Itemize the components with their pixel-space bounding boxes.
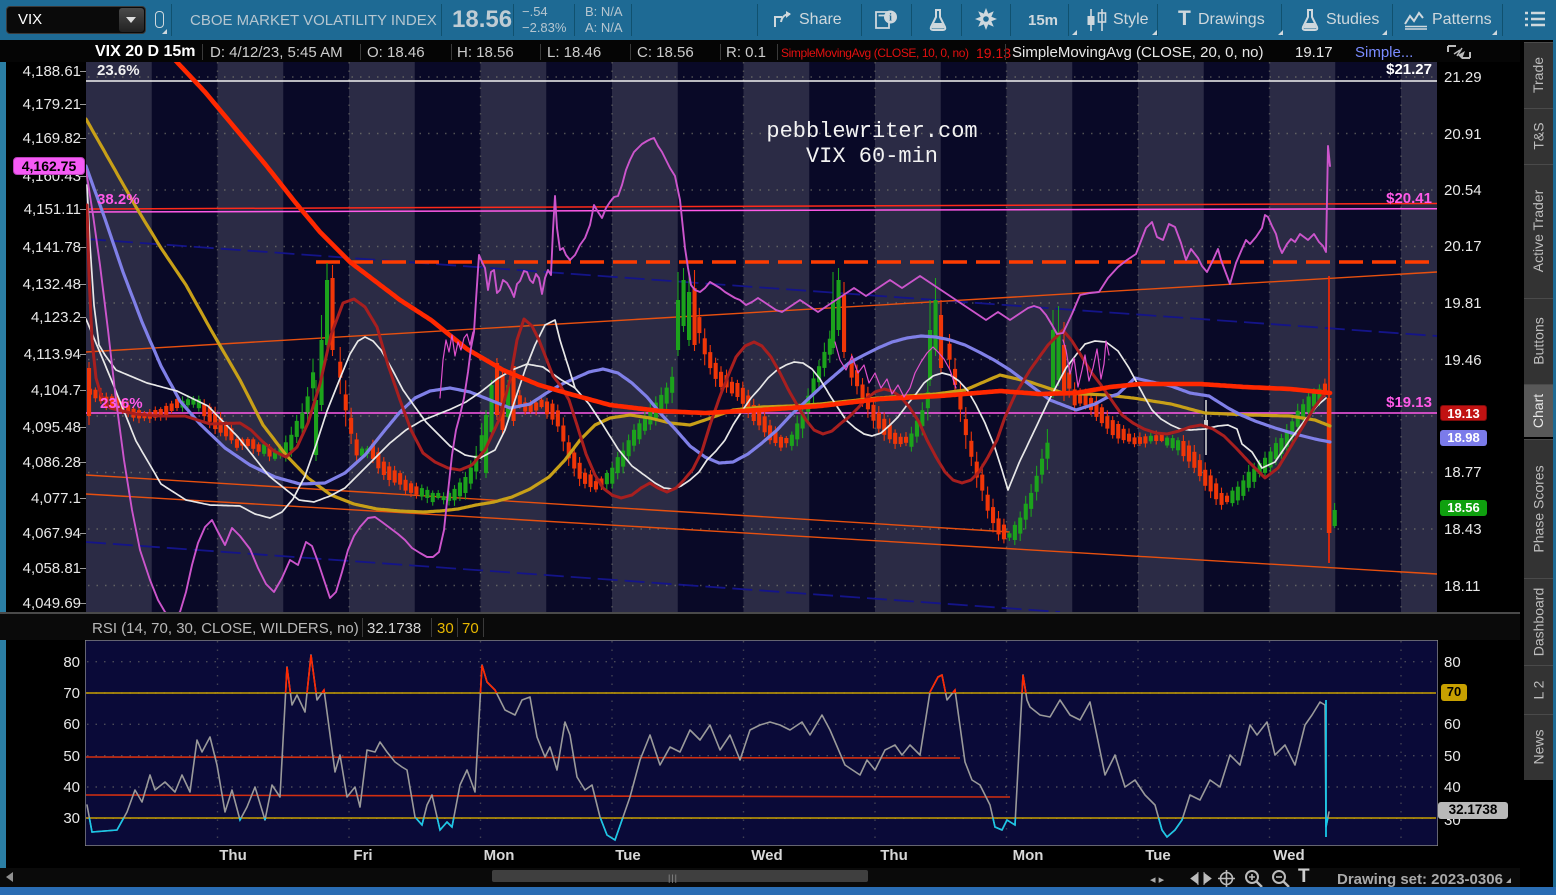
svg-text:38.2%: 38.2% [97,191,140,208]
svg-text:23.6%: 23.6% [100,395,143,412]
svg-text:i: i [889,13,892,24]
svg-text:23.6%: 23.6% [97,62,140,79]
svg-text:pebblewriter.com: pebblewriter.com [766,119,977,144]
svg-text:$19.13: $19.13 [1386,394,1432,411]
svg-text:$21.27: $21.27 [1386,62,1432,78]
svg-text:$20.41: $20.41 [1386,190,1432,207]
svg-text:VIX 60-min: VIX 60-min [806,144,938,169]
